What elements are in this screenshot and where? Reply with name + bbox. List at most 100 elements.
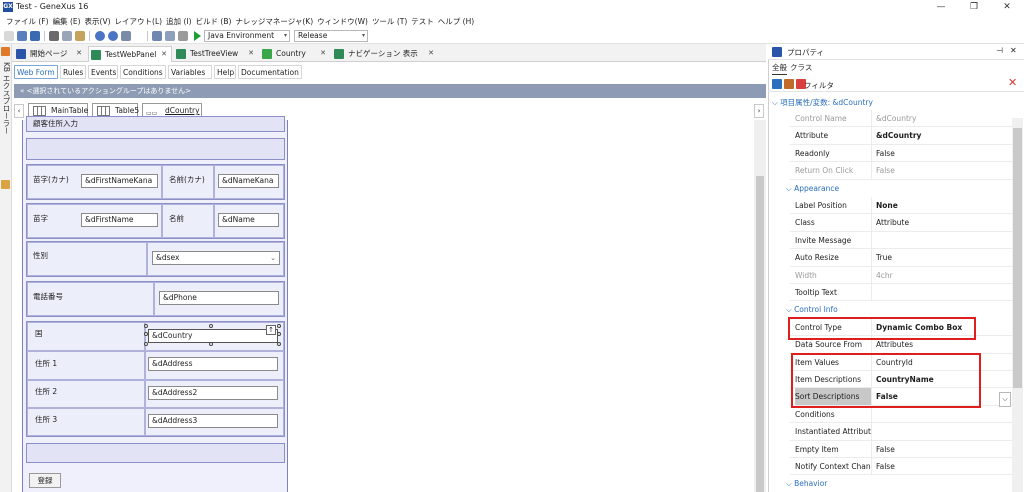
open-icon[interactable] bbox=[17, 31, 27, 41]
property-value[interactable]: False bbox=[871, 458, 1012, 475]
cancel-build-icon[interactable] bbox=[178, 31, 188, 41]
lastname-kana-field[interactable]: &dFirstNameKana bbox=[81, 174, 158, 188]
menu-item[interactable]: ナレッジマネージャ(K) bbox=[233, 15, 315, 28]
sort-alpha-icon[interactable] bbox=[784, 79, 794, 89]
menu-item[interactable]: ファイル (F) bbox=[4, 15, 51, 28]
upload-icon[interactable]: ↑ bbox=[266, 325, 276, 335]
tab-general[interactable]: 全般 bbox=[772, 62, 787, 75]
resize-handle[interactable] bbox=[144, 342, 148, 346]
phone-field[interactable]: &dPhone bbox=[159, 291, 279, 305]
address1-field[interactable]: &dAddress bbox=[148, 357, 278, 371]
tab-help[interactable]: Help bbox=[214, 65, 236, 79]
property-value[interactable]: &dCountry bbox=[871, 110, 1012, 127]
save-icon[interactable] bbox=[30, 31, 40, 41]
chevron-down-icon[interactable]: ⌵ bbox=[999, 392, 1011, 407]
lastname-field[interactable]: &dFirstName bbox=[81, 213, 158, 227]
property-category[interactable]: ⌵ Appearance bbox=[786, 184, 839, 194]
properties-scrollbar-thumb[interactable] bbox=[1013, 128, 1022, 388]
categorized-icon[interactable] bbox=[772, 79, 782, 89]
firstname-kana-field[interactable]: &dNameKana bbox=[218, 174, 279, 188]
property-value[interactable]: 4chr bbox=[871, 266, 1012, 284]
output-icon[interactable] bbox=[1, 180, 10, 189]
canvas-scrollbar-thumb[interactable] bbox=[756, 176, 764, 492]
property-row[interactable]: Label Position None bbox=[790, 197, 1012, 215]
tab-navigation-view[interactable]: ナビゲーション 表示 ✕ bbox=[332, 46, 438, 62]
resize-handle[interactable] bbox=[277, 332, 281, 336]
property-category[interactable]: ⌵ Control Info bbox=[786, 305, 838, 315]
paste-icon[interactable] bbox=[75, 31, 85, 41]
undo-icon[interactable] bbox=[95, 31, 105, 41]
build-icon[interactable] bbox=[152, 31, 162, 41]
menu-item[interactable]: ウィンドウ(W) bbox=[315, 15, 370, 28]
property-row[interactable]: Instantiated Attributes bbox=[790, 423, 1012, 441]
address3-field[interactable]: &dAddress3 bbox=[148, 414, 278, 428]
property-value[interactable] bbox=[871, 231, 1012, 249]
property-value[interactable]: Attribute bbox=[871, 214, 1012, 232]
property-row[interactable]: Control Name &dCountry bbox=[790, 110, 1012, 128]
new-icon[interactable] bbox=[4, 31, 14, 41]
tab-events[interactable]: Events bbox=[88, 65, 118, 79]
breadcrumb-left-button[interactable]: ‹ bbox=[14, 104, 24, 118]
register-button[interactable]: 登録 bbox=[29, 473, 61, 488]
firstname-field[interactable]: &dName bbox=[218, 213, 279, 227]
run-icon[interactable] bbox=[194, 31, 201, 41]
tab-conditions[interactable]: Conditions bbox=[120, 65, 166, 79]
menu-item[interactable]: 編集 (E) bbox=[51, 15, 83, 28]
breadcrumb-right-button[interactable]: › bbox=[754, 104, 764, 118]
property-value[interactable] bbox=[871, 423, 1012, 441]
close-icon[interactable]: ✕ bbox=[76, 46, 82, 61]
country-combo[interactable]: &dCountry bbox=[148, 329, 278, 343]
tab-rules[interactable]: Rules bbox=[60, 65, 86, 79]
resize-handle[interactable] bbox=[144, 324, 148, 328]
tab-variables[interactable]: Variables bbox=[168, 65, 212, 79]
close-icon[interactable]: ✕ bbox=[320, 46, 326, 61]
property-row[interactable]: Width 4chr bbox=[790, 266, 1012, 284]
kb-icon[interactable] bbox=[1, 47, 10, 56]
clear-filter-icon[interactable]: ✕ bbox=[1008, 76, 1017, 89]
property-row[interactable]: Tooltip Text bbox=[790, 284, 1012, 302]
rebuild-icon[interactable] bbox=[165, 31, 175, 41]
tab-start-page[interactable]: 開始ページ ✕ bbox=[14, 46, 86, 62]
menu-item[interactable]: ツール (T) bbox=[370, 15, 409, 28]
property-value[interactable]: False bbox=[871, 440, 1012, 458]
action-group-bar[interactable]: « <選択されているアクショングループはありません> bbox=[14, 84, 766, 98]
property-value[interactable]: False bbox=[871, 162, 1012, 180]
menu-item[interactable]: テスト bbox=[409, 15, 436, 28]
restore-button[interactable]: ❐ bbox=[958, 0, 990, 15]
property-value[interactable] bbox=[871, 405, 1012, 423]
menu-item[interactable]: ビルド (B) bbox=[194, 15, 234, 28]
resize-handle[interactable] bbox=[277, 342, 281, 346]
property-value[interactable] bbox=[871, 284, 1012, 301]
close-icon[interactable]: ✕ bbox=[1010, 46, 1017, 55]
copy-icon[interactable] bbox=[62, 31, 72, 41]
gender-select[interactable]: &dsex ⌄ bbox=[152, 251, 280, 265]
tab-testtreeview[interactable]: TestTreeView ✕ bbox=[174, 46, 258, 62]
property-row[interactable]: Conditions bbox=[790, 405, 1012, 424]
property-row[interactable]: Return On Click False bbox=[790, 162, 1012, 180]
tab-testwebpanel[interactable]: TestWebPanel ✕ bbox=[88, 46, 172, 62]
property-row[interactable]: Readonly False bbox=[790, 144, 1012, 163]
property-row[interactable]: Invite Message bbox=[790, 231, 1012, 250]
close-icon[interactable]: ✕ bbox=[161, 47, 167, 62]
cut-icon[interactable] bbox=[49, 31, 59, 41]
kb-explorer-tab[interactable]: KB エクスプローラー bbox=[1, 62, 12, 134]
tab-web-form[interactable]: Web Form bbox=[14, 65, 58, 79]
close-icon[interactable]: ✕ bbox=[428, 46, 434, 61]
close-window-button[interactable]: ✕ bbox=[991, 0, 1023, 15]
property-category[interactable]: ⌵ Behavior bbox=[786, 479, 827, 489]
minimize-button[interactable]: — bbox=[925, 0, 957, 15]
property-row[interactable]: Notify Context ChangeFalse bbox=[790, 458, 1012, 476]
close-icon[interactable]: ✕ bbox=[248, 46, 254, 61]
tab-documentation[interactable]: Documentation bbox=[238, 65, 302, 79]
property-value[interactable]: True bbox=[871, 249, 1012, 267]
filter-label[interactable]: フィルタ bbox=[804, 80, 834, 91]
property-value[interactable]: None bbox=[871, 197, 1012, 214]
menu-item[interactable]: ヘルプ (H) bbox=[436, 15, 476, 28]
property-value[interactable]: False bbox=[871, 144, 1012, 162]
property-row[interactable]: Auto Resize True bbox=[790, 249, 1012, 267]
menu-item[interactable]: レイアウト(L) bbox=[113, 15, 165, 28]
tab-class[interactable]: クラス bbox=[790, 62, 812, 74]
property-row[interactable]: Empty Item False bbox=[790, 440, 1012, 458]
resize-handle[interactable] bbox=[277, 324, 281, 328]
menu-item[interactable]: 表示(V) bbox=[83, 15, 113, 28]
